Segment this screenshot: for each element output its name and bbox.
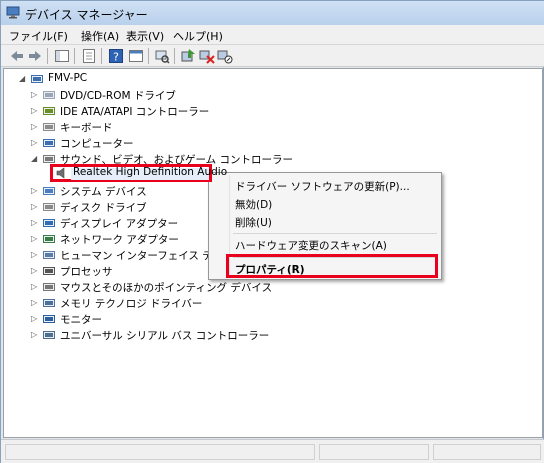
menu-scan-hardware[interactable]: ハードウェア変更のスキャン(A) (235, 238, 387, 253)
expand-arrow-icon[interactable]: ▷ (31, 247, 40, 263)
tree-item-label: ディスク ドライブ (60, 202, 147, 214)
tree-item[interactable]: ▷ モニター (4, 311, 534, 327)
tree-item-label: プロセッサ (60, 266, 113, 278)
tree-item-label: IDE ATA/ATAPI コントローラー (60, 106, 210, 118)
update-driver-icon[interactable] (180, 48, 196, 64)
tree-item-label: キーボード (60, 122, 113, 134)
menu-disable[interactable]: 無効(D) (235, 197, 272, 212)
tree-item-label: モニター (60, 314, 102, 326)
menu-separator (233, 233, 437, 234)
status-cell (5, 444, 315, 460)
tree-item[interactable]: ▷ メモリ テクノロジ ドライバー (4, 295, 534, 311)
tree-item-label: システム デバイス (60, 186, 147, 198)
tree-root-fmv-pc-label: FMV-PC (48, 72, 88, 84)
forward-arrow-icon[interactable] (27, 48, 43, 64)
toolbar-separator (148, 48, 149, 64)
status-bar (1, 439, 544, 463)
menu-uninstall[interactable]: 削除(U) (235, 215, 272, 230)
usb-icon (43, 331, 55, 339)
selected-device-realtek-audio[interactable]: Realtek High Definition Audio (50, 164, 227, 182)
tree-item-label: ディスプレイ アダプター (60, 218, 179, 230)
toolbar-separator (174, 48, 175, 64)
expand-arrow-icon[interactable]: ▷ (31, 135, 40, 151)
uninstall-device-icon[interactable] (199, 48, 215, 64)
computer-icon (43, 139, 55, 147)
expand-arrow-icon[interactable]: ▷ (31, 215, 40, 231)
speaker-icon (56, 167, 65, 179)
tree-item-label: DVD/CD-ROM ドライブ (60, 90, 176, 102)
svg-text:?: ? (113, 51, 119, 64)
expand-arrow-icon[interactable]: ▷ (31, 311, 40, 327)
expand-arrow-icon[interactable]: ▷ (31, 295, 40, 311)
properties-icon[interactable] (81, 48, 97, 64)
help-icon[interactable]: ? (108, 48, 124, 64)
expand-arrow-icon[interactable]: ▷ (31, 231, 40, 247)
system-device-icon (43, 187, 55, 195)
toolbar: ? (1, 45, 544, 67)
status-cell (319, 444, 429, 460)
device-manager-icon (6, 6, 20, 19)
menu-bar: ファイル(F) 操作(A) 表示(V) ヘルプ(H) (1, 25, 544, 45)
network-adapter-icon (43, 235, 55, 243)
collapse-arrow-icon[interactable]: ◢ (19, 71, 28, 87)
scan-hardware-icon[interactable] (154, 48, 170, 64)
tree-item[interactable]: ▷ コンピューター (4, 135, 534, 151)
disk-drive-icon (43, 203, 55, 211)
tree-root-fmv-pc[interactable]: ◢ FMV-PC (4, 71, 534, 87)
tree-item-label: マウスとそのほかのポインティング デバイス (60, 282, 273, 294)
expand-arrow-icon[interactable]: ▷ (31, 327, 40, 343)
processor-icon (43, 267, 55, 275)
dvd-drive-icon (43, 91, 55, 99)
disable-device-icon[interactable] (217, 48, 233, 64)
show-window-icon[interactable] (128, 48, 144, 64)
expand-arrow-icon[interactable]: ▷ (31, 183, 40, 199)
menu-view[interactable]: 表示(V) (126, 28, 164, 44)
menu-update-driver[interactable]: ドライバー ソフトウェアの更新(P)... (235, 179, 410, 194)
expand-arrow-icon[interactable]: ▷ (31, 199, 40, 215)
hid-icon (43, 251, 55, 259)
tree-item-label: ユニバーサル シリアル バス コントローラー (60, 330, 270, 342)
collapse-arrow-icon[interactable]: ◢ (31, 151, 40, 167)
display-adapter-icon (43, 219, 55, 227)
tree-item-label: メモリ テクノロジ ドライバー (60, 298, 203, 310)
tree-item[interactable]: ▷ マウスとそのほかのポインティング デバイス (4, 279, 534, 295)
toolbar-separator (47, 48, 48, 64)
expand-arrow-icon[interactable]: ▷ (31, 263, 40, 279)
mouse-icon (43, 283, 55, 291)
expand-arrow-icon[interactable]: ▷ (31, 119, 40, 135)
tree-item-label: コンピューター (60, 138, 134, 150)
memory-icon (43, 299, 55, 307)
title-bar: デバイス マネージャー (1, 1, 544, 25)
tree-item-label: ネットワーク アダプター (60, 234, 179, 246)
back-arrow-icon[interactable] (9, 48, 25, 64)
expand-arrow-icon[interactable]: ▷ (31, 87, 40, 103)
menu-file[interactable]: ファイル(F) (9, 28, 68, 44)
monitor-icon (43, 315, 55, 323)
tree-item[interactable]: ▷ DVD/CD-ROM ドライブ (4, 87, 534, 103)
expand-arrow-icon[interactable]: ▷ (31, 103, 40, 119)
toolbar-separator (101, 48, 102, 64)
tree-item[interactable]: ▷ IDE ATA/ATAPI コントローラー (4, 103, 534, 119)
selected-device-label: Realtek High Definition Audio (73, 166, 228, 178)
menu-help[interactable]: ヘルプ(H) (173, 28, 223, 44)
properties-highlight-frame (226, 254, 438, 278)
tree-item[interactable]: ▷ キーボード (4, 119, 534, 135)
expand-arrow-icon[interactable]: ▷ (31, 279, 40, 295)
console-tree-icon[interactable] (54, 48, 70, 64)
menu-action[interactable]: 操作(A) (81, 28, 119, 44)
ide-controller-icon (43, 107, 55, 115)
keyboard-icon (43, 123, 55, 131)
window-title: デバイス マネージャー (25, 8, 148, 22)
status-cell (433, 444, 541, 460)
toolbar-separator (74, 48, 75, 64)
tree-item[interactable]: ▷ ユニバーサル シリアル バス コントローラー (4, 327, 534, 343)
computer-icon (31, 75, 43, 83)
